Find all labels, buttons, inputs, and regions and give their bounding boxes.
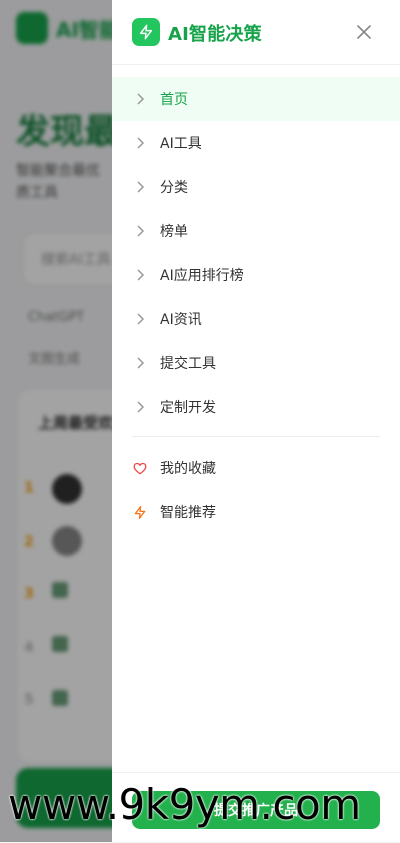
drawer-nav: 首页 AI工具 分类 榜单 AI应用排行榜 AI资讯 提交工具 定制开发 <box>112 77 400 429</box>
close-icon <box>357 25 371 39</box>
nav-item-label: AI资讯 <box>160 312 202 328</box>
close-button[interactable] <box>350 18 378 46</box>
nav-item-label: 提交工具 <box>160 356 216 372</box>
nav-item-categories[interactable]: 分类 <box>112 165 400 209</box>
nav-item-news[interactable]: AI资讯 <box>112 297 400 341</box>
drawer-title: AI智能决策 <box>168 24 262 45</box>
navigation-drawer: AI智能决策 首页 AI工具 分类 榜单 AI应用排行榜 AI资讯 提交工具 定… <box>112 0 400 842</box>
nav-item-home[interactable]: 首页 <box>112 77 400 121</box>
chevron-right-icon <box>132 355 148 371</box>
nav-item-label: 首页 <box>160 92 188 108</box>
drawer-header: AI智能决策 <box>112 0 400 65</box>
chevron-right-icon <box>132 91 148 107</box>
smart-recommend-label: 智能推荐 <box>160 505 216 521</box>
nav-item-label: AI应用排行榜 <box>160 268 244 284</box>
favorites-label: 我的收藏 <box>160 461 216 477</box>
nav-item-app-ranking[interactable]: AI应用排行榜 <box>112 253 400 297</box>
nav-item-custom-dev[interactable]: 定制开发 <box>112 385 400 429</box>
nav-item-label: 榜单 <box>160 224 188 240</box>
nav-item-ai-tools[interactable]: AI工具 <box>112 121 400 165</box>
drawer-divider <box>132 436 380 437</box>
favorites-link[interactable]: 我的收藏 <box>112 446 400 490</box>
chevron-right-icon <box>132 179 148 195</box>
nav-item-rankings[interactable]: 榜单 <box>112 209 400 253</box>
watermark-text: www.9k9ym.com <box>8 780 361 829</box>
chevron-right-icon <box>132 223 148 239</box>
lightning-icon <box>132 504 148 520</box>
chevron-right-icon <box>132 311 148 327</box>
nav-item-submit-tool[interactable]: 提交工具 <box>112 341 400 385</box>
smart-recommend-link[interactable]: 智能推荐 <box>112 490 400 534</box>
drawer-extra-links: 我的收藏 智能推荐 <box>112 446 400 534</box>
nav-item-label: AI工具 <box>160 136 202 152</box>
nav-item-label: 分类 <box>160 180 188 196</box>
chevron-right-icon <box>132 399 148 415</box>
chevron-right-icon <box>132 135 148 151</box>
heart-icon <box>132 460 148 476</box>
nav-item-label: 定制开发 <box>160 400 216 416</box>
lightning-logo-icon <box>132 18 160 46</box>
chevron-right-icon <box>132 267 148 283</box>
